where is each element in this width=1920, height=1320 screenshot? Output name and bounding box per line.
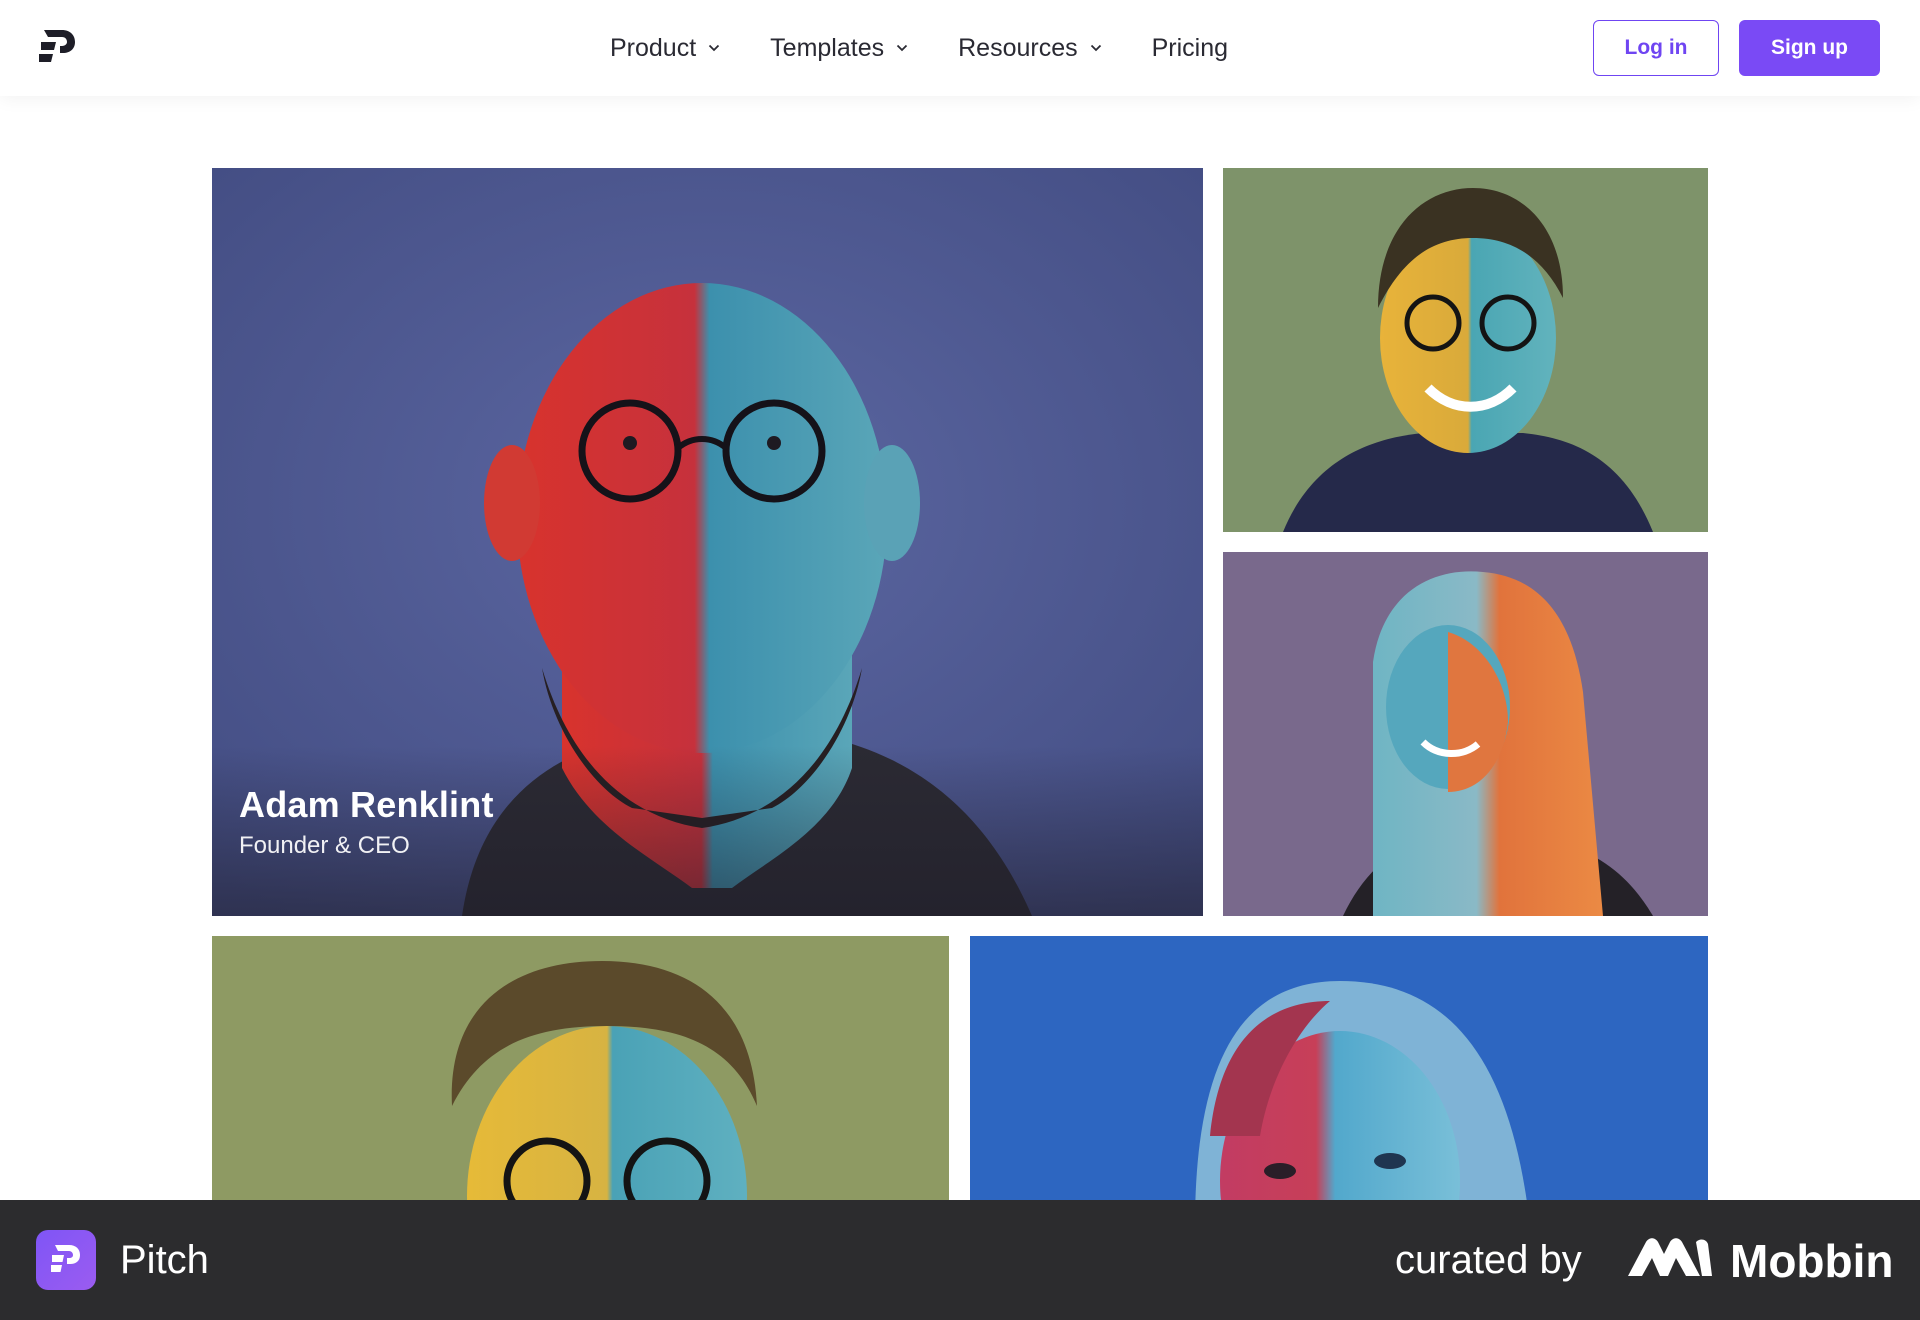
person-name: Adam Renklint (239, 784, 494, 825)
pitch-logo-icon (51, 1245, 80, 1272)
login-button[interactable]: Log in (1593, 20, 1719, 76)
team-photo[interactable] (212, 936, 949, 1226)
auth-buttons: Log in Sign up (1593, 20, 1880, 76)
footer-bar: Pitch curated by Mobbin (0, 1200, 1920, 1320)
top-navigation-bar: Product Templates Resources Pricing Log … (0, 0, 1920, 96)
page: Product Templates Resources Pricing Log … (0, 0, 1920, 1320)
portrait-image (212, 936, 949, 1226)
nav-product[interactable]: Product (610, 34, 720, 63)
pitch-logo-icon[interactable] (38, 26, 78, 70)
chevron-down-icon (896, 44, 908, 52)
main-nav: Product Templates Resources Pricing (610, 0, 1228, 96)
pitch-app-icon (36, 1230, 96, 1290)
nav-pricing[interactable]: Pricing (1152, 34, 1228, 63)
portrait-image (1223, 552, 1708, 916)
nav-product-label: Product (610, 33, 697, 62)
team-photo[interactable] (970, 936, 1708, 1226)
chevron-down-icon (1090, 44, 1101, 52)
mobbin-logo-icon (1628, 1238, 1712, 1276)
nav-templates-label: Templates (770, 33, 885, 62)
portrait-image (970, 936, 1708, 1226)
person-role: Founder & CEO (239, 832, 410, 859)
signup-button[interactable]: Sign up (1739, 20, 1880, 76)
team-photo[interactable] (1223, 552, 1708, 916)
nav-resources[interactable]: Resources (958, 34, 1102, 63)
nav-pricing-label: Pricing (1151, 33, 1229, 62)
nav-templates[interactable]: Templates (770, 34, 908, 63)
app-name: Pitch (120, 1238, 209, 1282)
team-photo-featured[interactable]: Adam Renklint Founder & CEO (212, 168, 1203, 916)
nav-resources-label: Resources (958, 33, 1078, 62)
mobbin-wordmark: Mobbin (1730, 1235, 1894, 1287)
caption-overlay (212, 746, 1203, 916)
team-photo[interactable] (1223, 168, 1708, 532)
chevron-down-icon (709, 44, 720, 52)
curated-by-label: curated by (1395, 1238, 1582, 1282)
portrait-image (1223, 168, 1708, 532)
